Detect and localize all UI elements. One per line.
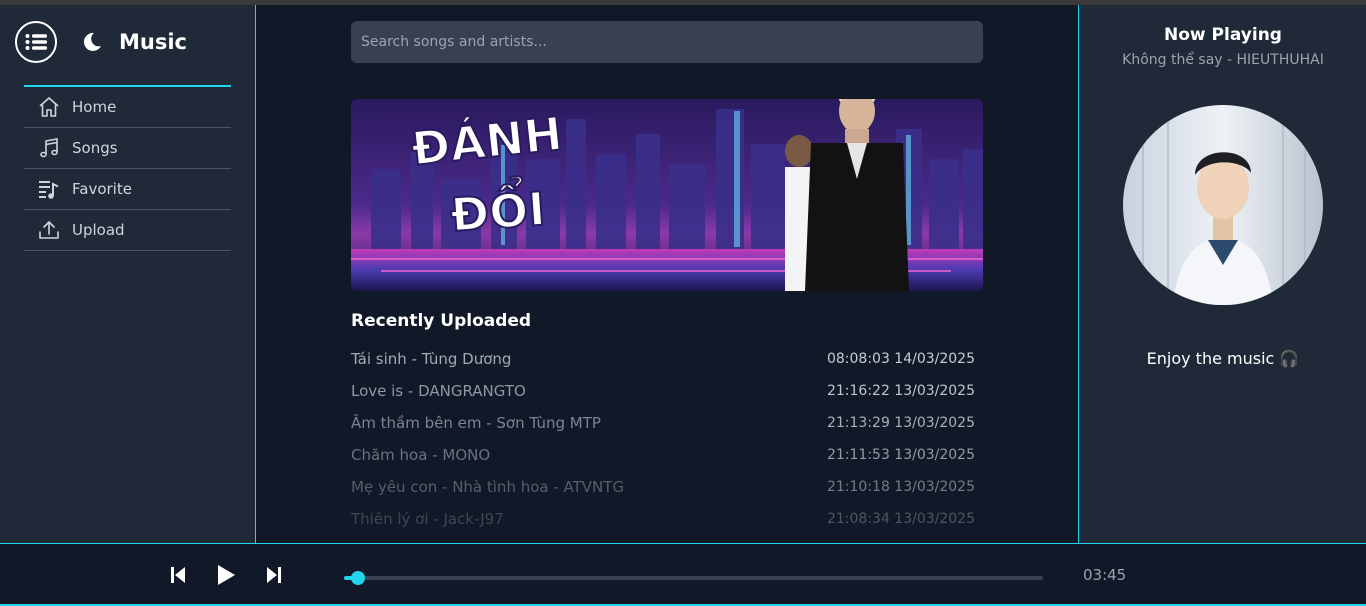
play-button[interactable] — [215, 564, 237, 586]
sidebar-item-label: Favorite — [72, 180, 132, 198]
home-icon — [38, 96, 60, 118]
search-input[interactable] — [351, 21, 983, 63]
now-playing-song: Không thể say - HIEUTHUHAI — [1122, 52, 1324, 68]
brand: Music — [15, 21, 187, 63]
list-item[interactable]: Chăm hoa - MONO 21:11:53 13/03/2025 — [351, 439, 975, 471]
sidebar-item-upload[interactable]: Upload — [24, 210, 231, 251]
enjoy-message: Enjoy the music 🎧 — [1146, 349, 1300, 368]
album-cover — [1123, 105, 1323, 305]
main-content: ĐÁNH ĐỔI Recently Uploaded Tái sinh - Tù… — [257, 5, 1078, 543]
list-item[interactable]: Love is - DANGRANGTO 21:16:22 13/03/2025 — [351, 375, 975, 407]
player-bar: 03:45 — [0, 543, 1366, 606]
sidebar-item-label: Songs — [72, 139, 118, 157]
app-title: Music — [119, 30, 187, 54]
song-upload-time: 21:11:53 13/03/2025 — [826, 447, 975, 463]
theme-toggle[interactable] — [81, 31, 103, 53]
sidebar-item-label: Upload — [72, 221, 125, 239]
song-upload-time: 21:10:18 13/03/2025 — [826, 479, 975, 495]
song-upload-time: 08:08:03 14/03/2025 — [826, 351, 975, 367]
song-upload-time: 21:16:22 13/03/2025 — [826, 383, 975, 399]
track-duration: 03:45 — [1083, 566, 1127, 584]
progress-thumb[interactable] — [350, 571, 365, 585]
sidebar-nav: Home Songs Favorite Upload — [24, 85, 231, 251]
song-name: Âm thầm bên em - Sơn Tùng MTP — [351, 414, 601, 432]
song-name: Love is - DANGRANGTO — [351, 382, 526, 400]
song-name: Thiên lý ơi - Jack-J97 — [351, 510, 504, 528]
next-button[interactable] — [264, 564, 284, 586]
sidebar: Music Home Songs Favorite Upload — [0, 5, 256, 543]
banner-artwork: ĐÁNH ĐỔI — [351, 99, 983, 291]
previous-button[interactable] — [168, 564, 188, 586]
featured-banner[interactable]: ĐÁNH ĐỔI — [351, 99, 983, 291]
list-item[interactable]: Thiên lý ơi - Jack-J97 21:08:34 13/03/20… — [351, 503, 975, 535]
now-playing-title: Now Playing — [1164, 25, 1282, 45]
menu-button[interactable] — [15, 21, 57, 63]
sidebar-item-home[interactable]: Home — [24, 87, 231, 128]
upload-icon — [38, 219, 60, 241]
song-name: Mẹ yêu con - Nhà tình hoa - ATVNTG — [351, 478, 625, 496]
moon-icon — [83, 32, 101, 51]
list-icon — [25, 34, 47, 50]
playlist-icon — [38, 178, 60, 200]
list-item[interactable]: Mẹ yêu con - Nhà tình hoa - ATVNTG 21:10… — [351, 471, 975, 503]
list-item[interactable]: Tái sinh - Tùng Dương 08:08:03 14/03/202… — [351, 343, 975, 375]
skip-next-icon — [267, 567, 281, 583]
recently-uploaded-title: Recently Uploaded — [351, 311, 532, 331]
play-icon — [218, 565, 235, 585]
music-note-icon — [38, 137, 60, 159]
sidebar-item-favorite[interactable]: Favorite — [24, 169, 231, 210]
song-name: Chăm hoa - MONO — [351, 446, 491, 464]
progress-slider[interactable] — [344, 571, 1043, 585]
list-item[interactable]: Âm thầm bên em - Sơn Tùng MTP 21:13:29 1… — [351, 407, 975, 439]
skip-previous-icon — [171, 567, 185, 583]
recent-songs-list: Tái sinh - Tùng Dương 08:08:03 14/03/202… — [351, 343, 975, 535]
sidebar-item-songs[interactable]: Songs — [24, 128, 231, 169]
song-upload-time: 21:13:29 13/03/2025 — [826, 415, 975, 431]
now-playing-panel: Now Playing Không thể say - HIEUTHUHAI E… — [1078, 5, 1366, 543]
song-upload-time: 21:08:34 13/03/2025 — [826, 511, 975, 527]
song-name: Tái sinh - Tùng Dương — [351, 350, 512, 368]
sidebar-item-label: Home — [72, 98, 117, 116]
